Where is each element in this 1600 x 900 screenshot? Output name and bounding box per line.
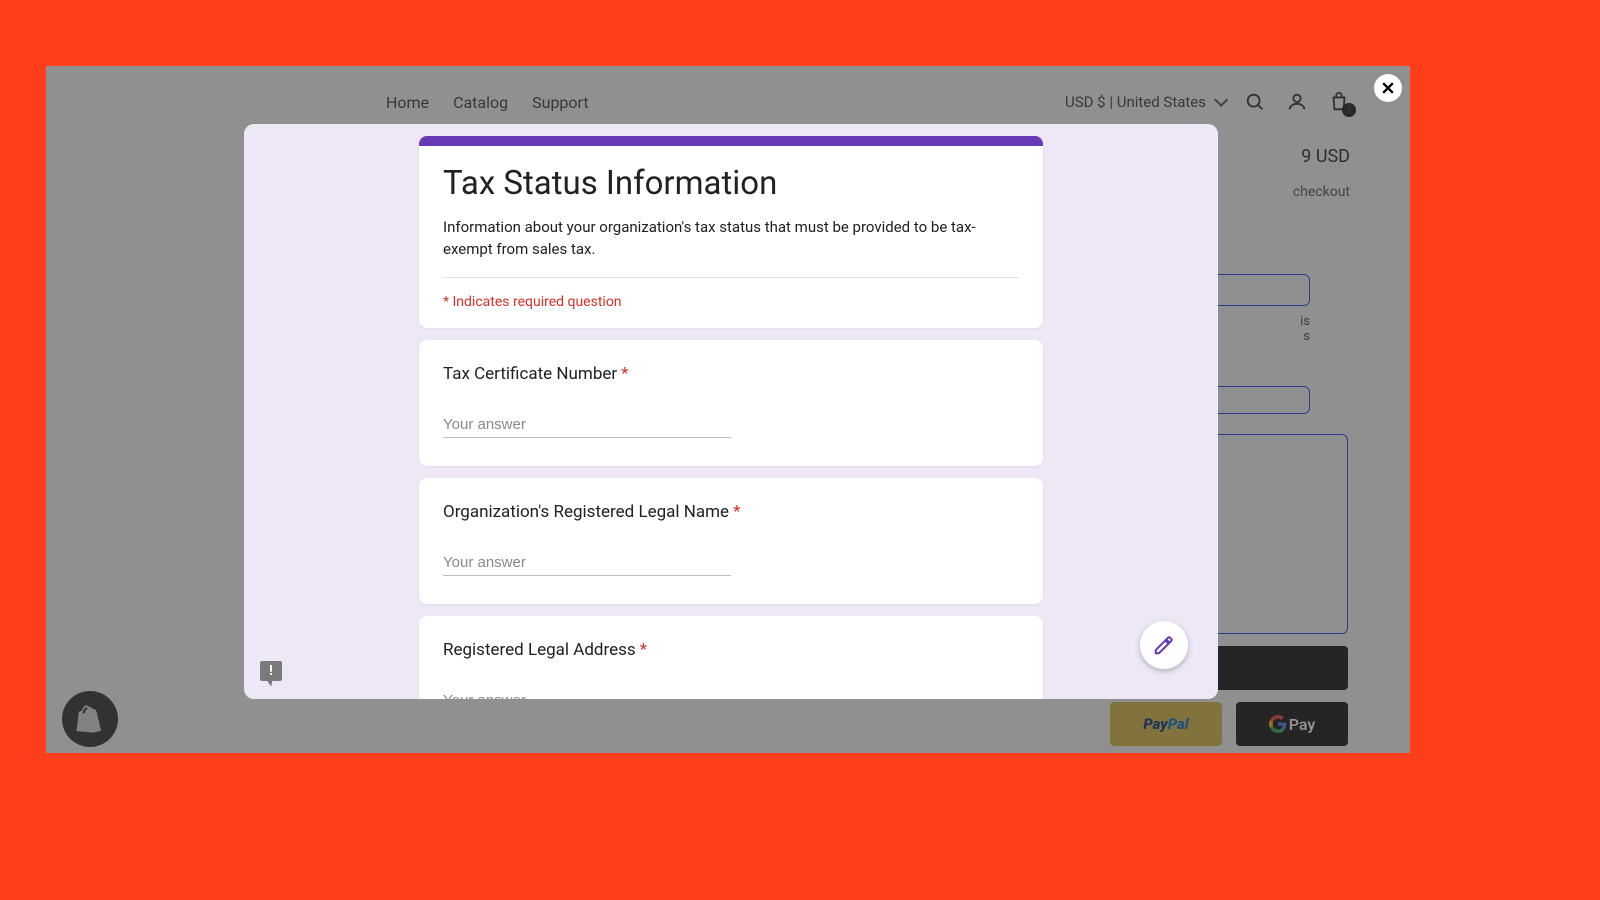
report-problem-button[interactable]: ! <box>260 661 282 681</box>
question-org-name: Organization's Registered Legal Name* <box>419 478 1043 604</box>
required-note: * Indicates required question <box>443 294 1019 310</box>
app-viewport: Home Catalog Support USD $ | United Stat… <box>46 66 1410 753</box>
question-label: Organization's Registered Legal Name* <box>443 502 1019 522</box>
required-star-icon: * <box>733 502 740 522</box>
form-title: Tax Status Information <box>443 164 1019 203</box>
required-star-icon: * <box>621 364 628 384</box>
tax-cert-input[interactable] <box>443 412 731 438</box>
required-star-icon: * <box>640 640 647 660</box>
question-label: Tax Certificate Number* <box>443 364 1019 384</box>
form-description: Information about your organization's ta… <box>443 217 1019 278</box>
form-scroll[interactable]: Tax Status Information Information about… <box>244 124 1218 699</box>
form-modal: Tax Status Information Information about… <box>244 124 1218 699</box>
legal-address-input[interactable] <box>443 688 731 700</box>
question-label: Registered Legal Address* <box>443 640 1019 660</box>
edit-form-fab[interactable] <box>1140 621 1188 669</box>
question-legal-address: Registered Legal Address* <box>419 616 1043 700</box>
close-modal-button[interactable] <box>1374 74 1402 102</box>
form-header-card: Tax Status Information Information about… <box>419 136 1043 328</box>
question-tax-cert: Tax Certificate Number* <box>419 340 1043 466</box>
exclamation-icon: ! <box>269 664 273 678</box>
pencil-icon <box>1153 634 1175 656</box>
org-name-input[interactable] <box>443 550 731 576</box>
